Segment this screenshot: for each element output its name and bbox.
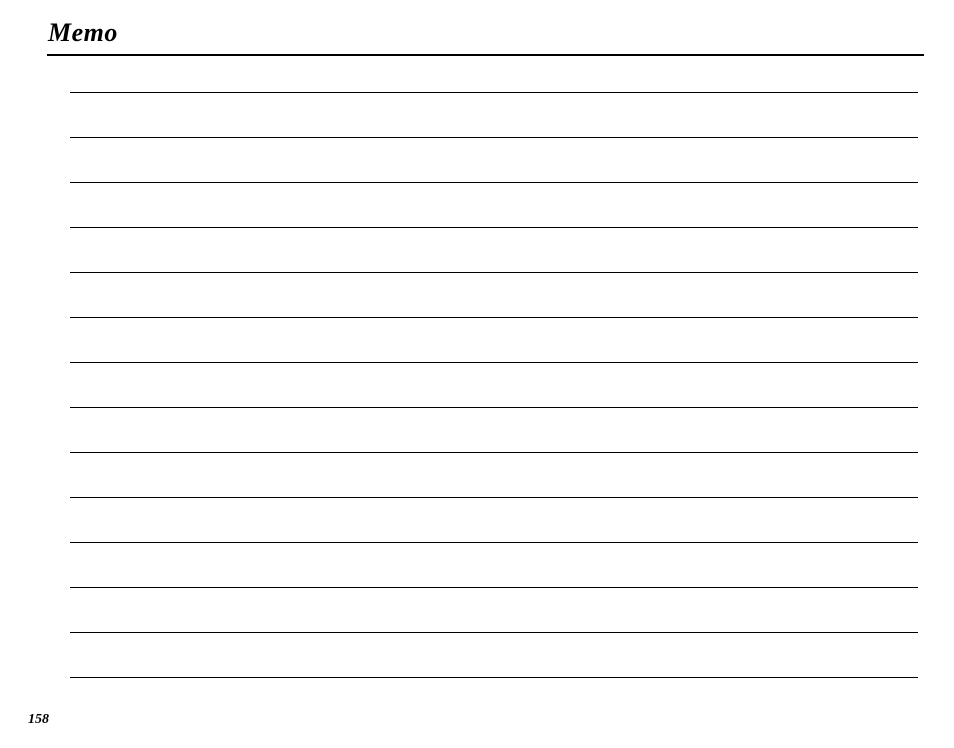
memo-line <box>70 92 918 93</box>
memo-line <box>70 452 918 453</box>
memo-line <box>70 227 918 228</box>
memo-line <box>70 317 918 318</box>
memo-line <box>70 182 918 183</box>
memo-line <box>70 587 918 588</box>
memo-line <box>70 497 918 498</box>
title-underline <box>47 54 924 56</box>
memo-line <box>70 632 918 633</box>
memo-line <box>70 407 918 408</box>
memo-line <box>70 362 918 363</box>
memo-lines-container <box>48 92 924 678</box>
page-title: Memo <box>48 18 924 48</box>
memo-line <box>70 677 918 678</box>
memo-line <box>70 542 918 543</box>
memo-line <box>70 272 918 273</box>
page-number: 158 <box>28 712 49 728</box>
memo-line <box>70 137 918 138</box>
